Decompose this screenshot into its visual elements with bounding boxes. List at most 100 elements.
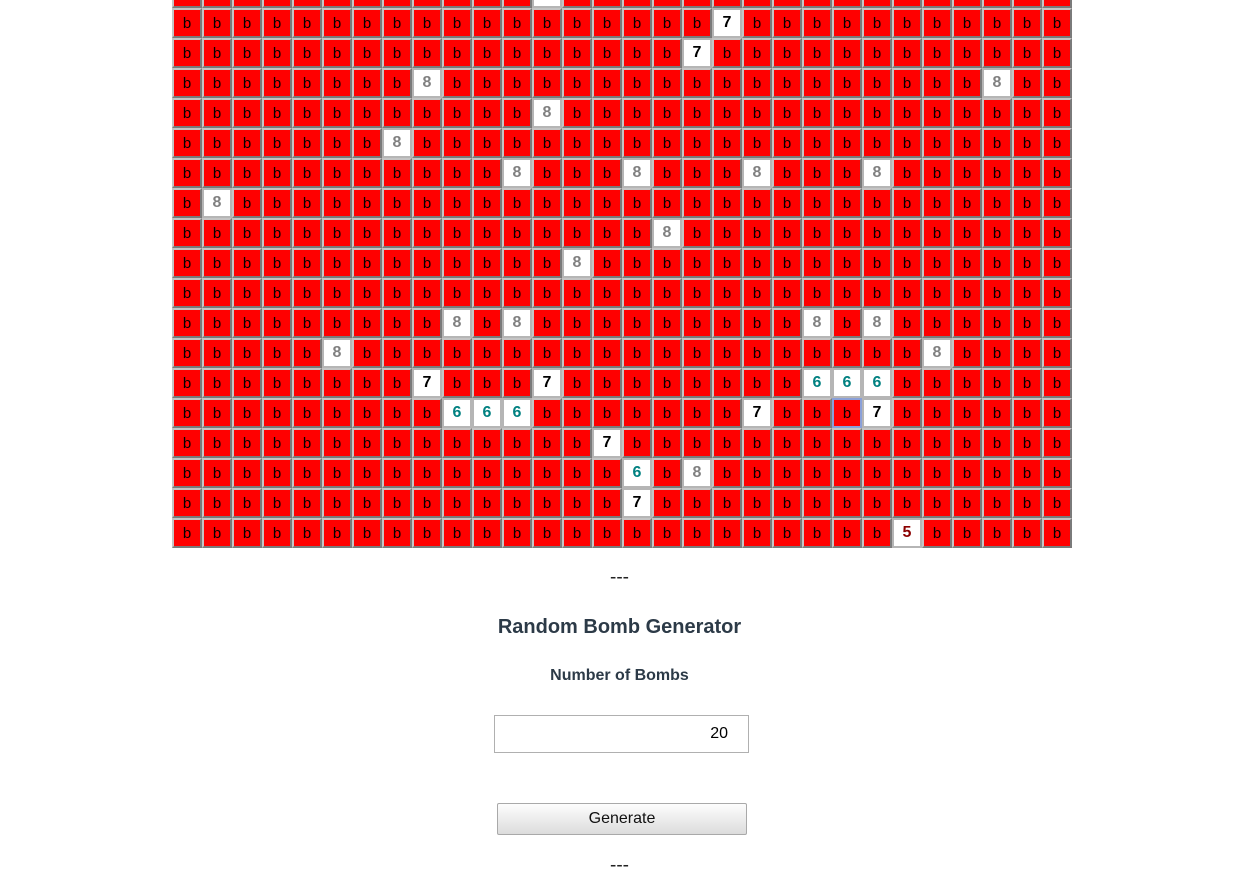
bomb-cell[interactable]: b [742,68,772,98]
bomb-cell[interactable]: b [592,188,622,218]
bomb-cell[interactable]: b [1012,218,1042,248]
bomb-cell[interactable]: b [832,248,862,278]
bomb-cell[interactable]: b [772,158,802,188]
revealed-cell[interactable]: 7 [682,38,712,68]
bomb-cell[interactable]: b [802,278,832,308]
bomb-cell[interactable]: b [382,158,412,188]
bomb-cell[interactable]: b [982,428,1012,458]
bomb-cell[interactable]: b [412,278,442,308]
bomb-cell[interactable]: b [922,68,952,98]
bomb-cell[interactable]: b [322,308,352,338]
bomb-cell[interactable]: b [712,68,742,98]
bomb-cell[interactable]: b [952,278,982,308]
bomb-cell[interactable]: b [292,98,322,128]
bomb-cell[interactable]: b [172,338,202,368]
bomb-cell[interactable]: b [412,128,442,158]
bomb-cell[interactable]: b [922,398,952,428]
bomb-cell[interactable]: b [322,458,352,488]
bomb-cell[interactable]: b [442,158,472,188]
revealed-cell[interactable]: 7 [742,398,772,428]
bomb-cell[interactable]: b [352,368,382,398]
bomb-cell[interactable]: b [952,338,982,368]
bomb-cell[interactable]: b [472,218,502,248]
bomb-cell[interactable]: b [232,98,262,128]
bomb-cell[interactable]: b [862,458,892,488]
bomb-cell[interactable]: b [382,488,412,518]
bomb-cell[interactable]: b [322,398,352,428]
bomb-cell[interactable]: b [352,488,382,518]
bomb-cell[interactable]: b [652,158,682,188]
bomb-cell[interactable]: b [922,38,952,68]
bomb-cell[interactable]: b [862,98,892,128]
bomb-cell[interactable]: b [562,368,592,398]
revealed-cell[interactable]: 8 [922,338,952,368]
bomb-cell[interactable]: b [322,158,352,188]
bomb-cell[interactable]: b [652,0,682,8]
bomb-cell[interactable]: b [622,248,652,278]
bomb-cell[interactable]: b [382,458,412,488]
bomb-cell[interactable]: b [352,308,382,338]
bomb-cell[interactable]: b [772,248,802,278]
bomb-cell[interactable]: b [1012,248,1042,278]
bomb-cell[interactable]: b [622,398,652,428]
bomb-cell[interactable]: b [202,8,232,38]
bomb-cell[interactable]: b [772,68,802,98]
bomb-cell[interactable]: b [592,458,622,488]
bomb-cell[interactable]: b [292,488,322,518]
bomb-cell[interactable]: b [592,248,622,278]
bomb-cell[interactable]: b [262,368,292,398]
bomb-cell[interactable]: b [952,38,982,68]
bomb-cell[interactable]: b [412,308,442,338]
bomb-cell[interactable]: b [322,68,352,98]
bomb-cell[interactable]: b [652,518,682,548]
bomb-cell[interactable]: b [742,128,772,158]
revealed-cell[interactable]: 6 [472,398,502,428]
bomb-cell[interactable]: b [982,248,1012,278]
bomb-cell[interactable]: b [172,128,202,158]
bomb-cell[interactable]: b [892,308,922,338]
bomb-cell[interactable]: b [202,128,232,158]
bomb-cell[interactable]: b [802,98,832,128]
bomb-cell[interactable]: b [592,0,622,8]
bomb-cell[interactable]: b [1042,218,1072,248]
bomb-cell[interactable]: b [892,0,922,8]
bomb-cell[interactable]: b [982,188,1012,218]
revealed-cell[interactable]: 6 [802,368,832,398]
bomb-cell[interactable]: b [922,458,952,488]
bomb-cell[interactable]: b [322,188,352,218]
bomb-cell[interactable]: b [802,128,832,158]
bomb-cell[interactable]: b [472,338,502,368]
bomb-cell[interactable]: b [232,308,262,338]
bomb-cell[interactable]: b [262,308,292,338]
bomb-cell[interactable]: b [472,98,502,128]
bomb-cell[interactable]: b [622,128,652,158]
bomb-cell[interactable]: b [172,158,202,188]
bomb-cell[interactable]: b [232,38,262,68]
bomb-cell[interactable]: b [1012,158,1042,188]
bomb-cell[interactable]: b [532,188,562,218]
bomb-cell[interactable]: b [652,8,682,38]
bomb-cell[interactable]: b [442,338,472,368]
revealed-cell[interactable]: 5 [892,518,922,548]
bomb-cell[interactable]: b [1042,188,1072,218]
bomb-cell[interactable]: b [592,68,622,98]
bomb-cell[interactable]: b [172,98,202,128]
bomb-cell[interactable]: b [502,38,532,68]
bomb-cell[interactable]: b [742,0,772,8]
bomb-cell[interactable]: b [922,248,952,278]
bomb-cell[interactable]: b [262,8,292,38]
bomb-cell[interactable]: b [442,188,472,218]
bomb-cell[interactable]: b [412,488,442,518]
bomb-cell[interactable]: b [382,188,412,218]
bomb-cell[interactable]: b [802,458,832,488]
bomb-cell[interactable]: b [502,488,532,518]
bomb-cell[interactable]: b [982,158,1012,188]
bomb-cell[interactable]: b [862,0,892,8]
bomb-cell[interactable]: b [592,128,622,158]
bomb-cell[interactable]: b [562,218,592,248]
bomb-cell[interactable]: b [982,368,1012,398]
bomb-cell[interactable]: b [862,338,892,368]
bomb-cell[interactable]: b [352,38,382,68]
bomb-cell[interactable]: b [562,308,592,338]
bomb-cell[interactable]: b [1012,428,1042,458]
